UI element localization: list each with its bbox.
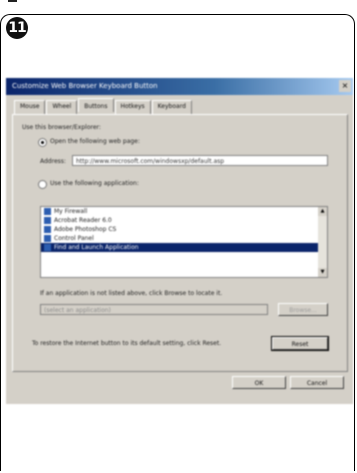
open-web-page-label: Open the following web page:	[50, 138, 140, 145]
tab-mouse[interactable]: Mouse	[14, 100, 46, 114]
address-field[interactable]: http://www.microsoft.com/windowsxp/defau…	[72, 155, 328, 166]
application-icon	[44, 226, 51, 233]
application-icon	[44, 235, 51, 242]
step-number-badge: 11	[6, 17, 28, 39]
address-label: Address:	[40, 158, 66, 165]
restore-hint: To restore the Internet button to its de…	[32, 340, 222, 347]
list-item[interactable]: Acrobat Reader 6.0	[41, 216, 327, 225]
open-web-page-radio[interactable]	[38, 138, 47, 147]
application-icon	[44, 217, 51, 224]
list-item[interactable]: Control Panel	[41, 234, 327, 243]
top-edge-mark	[8, 0, 17, 2]
dialog-titlebar: Customize Web Browser Keyboard Button ×	[6, 78, 353, 95]
dialog-screenshot: Customize Web Browser Keyboard Button × …	[6, 78, 353, 404]
tab-hotkeys[interactable]: Hotkeys	[114, 100, 151, 114]
application-path-field[interactable]: (select an application)	[40, 304, 268, 315]
list-item[interactable]: Adobe Photoshop CS	[41, 225, 327, 234]
tab-keyboard[interactable]: Keyboard	[151, 100, 192, 114]
close-icon[interactable]: ×	[339, 80, 351, 92]
reset-button[interactable]: Reset	[271, 336, 329, 351]
use-application-radio[interactable]	[38, 180, 47, 189]
application-list[interactable]: My Firewall Acrobat Reader 6.0 Adobe Pho…	[40, 206, 328, 278]
browse-button[interactable]: Browse...	[278, 303, 328, 316]
application-icon	[44, 244, 51, 251]
group-label: Use this browser/Explorer:	[22, 124, 101, 131]
cancel-button[interactable]: Cancel	[290, 376, 344, 389]
tab-strip: Mouse Wheel Buttons Hotkeys Keyboard	[14, 98, 193, 114]
dialog-title: Customize Web Browser Keyboard Button	[12, 82, 158, 90]
list-item-selected[interactable]: Find and Launch Application	[41, 243, 327, 252]
application-icon	[44, 208, 51, 215]
list-scrollbar[interactable]: ▲ ▼	[318, 207, 327, 277]
scroll-up-icon[interactable]: ▲	[318, 207, 327, 216]
list-item[interactable]: My Firewall	[41, 207, 327, 216]
ok-button[interactable]: OK	[232, 376, 286, 389]
browse-hint: If an application is not listed above, c…	[40, 290, 223, 297]
tab-buttons[interactable]: Buttons	[78, 98, 114, 112]
tab-wheel[interactable]: Wheel	[46, 100, 78, 114]
scroll-down-icon[interactable]: ▼	[318, 268, 327, 277]
use-application-label: Use the following application:	[50, 180, 139, 187]
